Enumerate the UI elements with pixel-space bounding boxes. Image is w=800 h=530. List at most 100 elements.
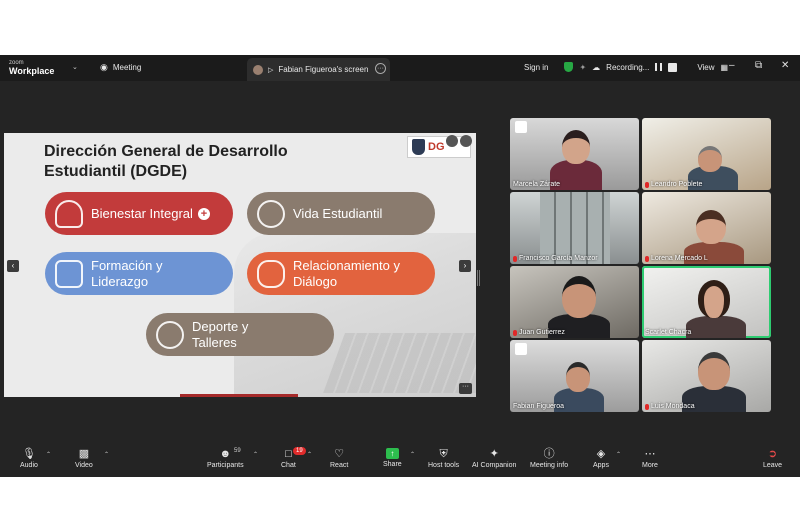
pause-recording-icon[interactable] [655,63,663,71]
view-button[interactable]: View [697,63,714,72]
chat-label: Chat [281,462,296,469]
leave-button[interactable]: ➲ Leave [763,448,782,469]
sign-in-link[interactable]: Sign in [524,63,548,72]
video-button[interactable]: ▩ Video [75,448,93,469]
prev-slide-icon[interactable]: ‹ [7,260,19,272]
meeting-info-label: Meeting info [530,462,569,469]
participant-face [566,362,590,392]
sparkle-icon[interactable]: ✦ [579,63,586,72]
speaker-icon: ▷ [268,66,274,74]
pill-label: Bienestar Integral [91,205,193,221]
grid-icon[interactable]: ▦ [721,63,729,72]
react-button[interactable]: ♡ React [330,448,348,469]
participant-name: Francisco García Manzor [513,255,598,262]
tab-meeting[interactable]: ◉ Meeting [100,62,141,73]
chevron-up-icon[interactable]: ⌃ [616,451,621,458]
participant-tile[interactable]: Juan Gutierrez [510,266,639,338]
avatar [253,64,263,75]
shared-screen[interactable]: Dirección General de Desarrollo Estudian… [4,133,476,397]
participant-name: Luis Mondaca [645,403,695,410]
medal-icon [156,320,184,349]
apps-icon: ◈ [596,448,606,460]
share-button[interactable]: ↑ Share [383,448,402,468]
more-options-icon[interactable]: ··· [459,383,472,394]
host-tools-label: Host tools [428,462,460,469]
tab-shared-screen-label: Fabian Figueroa's screen [278,65,369,74]
participant-tile[interactable]: Luis Mondaca [642,340,771,412]
chevron-up-icon[interactable]: ⌃ [46,451,51,458]
ai-companion-label: AI Companion [472,462,517,469]
participant-face [562,276,596,318]
pill-label: Relacionamiento y Diálogo [293,257,400,289]
plus-icon: + [197,207,210,220]
share-screen-icon: ↑ [385,448,399,459]
participant-tile[interactable]: Fabian Figueroa [510,340,639,412]
video-label: Video [75,462,93,469]
muted-mic-icon [645,181,649,188]
pill-formacion-liderazgo: Formación y Liderazgo [45,252,233,295]
participant-tile-active-speaker[interactable]: Scarlet Chacra [642,266,771,338]
participant-tile[interactable]: Francisco García Manzor [510,192,639,264]
security-shield-icon[interactable] [564,62,574,72]
muted-mic-icon [513,255,517,262]
meeting-info-button[interactable]: ⓘ Meeting info [530,448,568,469]
slide-grid-icon[interactable] [446,135,458,147]
outer-margin-bottom [0,477,800,530]
meeting-controls-toolbar: 🎙 Audio ⌃ ▩ Video ⌃ ☻ Participants 59 ⌃ … [0,440,800,477]
chevron-down-icon[interactable]: ⌄ [72,63,78,71]
participant-tile[interactable]: Marcela Zárate [510,118,639,190]
chevron-up-icon[interactable]: ⌃ [104,451,109,458]
chevron-up-icon[interactable]: ⌃ [253,451,258,458]
share-label: Share [383,461,402,468]
slide-camera-icon[interactable] [460,135,472,147]
outer-margin-top [0,0,800,55]
participant-name: Lorena Mercado L [645,255,708,262]
more-icon: ⋯ [644,448,656,460]
university-logo [515,121,527,133]
university-logo [515,343,527,355]
sparkle-icon: ✦ [489,448,499,460]
video-off-icon: ▩ [78,448,90,460]
cloud-icon: ☁ [592,62,601,72]
thumbs-up-icon [55,259,83,288]
muted-mic-icon [645,403,649,410]
muted-mic-icon [645,255,649,262]
chat-unread-badge: 19 [293,447,306,455]
more-button[interactable]: ⋯ More [642,448,658,469]
slide-title: Dirección General de Desarrollo Estudian… [44,143,288,180]
next-slide-icon[interactable]: › [459,260,471,272]
participants-icon: ☻ [219,448,232,460]
pill-deporte-talleres: Deporte y Talleres [146,313,334,356]
participant-name: Scarlet Chacra [645,329,692,336]
participant-tile[interactable]: Leandro Poblete [642,118,771,190]
info-icon: ⓘ [543,448,555,460]
stop-recording-icon[interactable] [668,62,678,72]
participant-face [698,146,722,172]
muted-mic-icon: 🎙 [21,448,36,460]
participant-name: Leandro Poblete [645,181,702,188]
handshake-icon [257,259,285,288]
ai-companion-button[interactable]: ✦ AI Companion [472,448,516,469]
pill-label: Deporte y Talleres [192,318,249,350]
apps-button[interactable]: ◈ Apps [593,448,609,469]
pill-label: Vida Estudiantil [293,205,383,221]
participant-tile[interactable]: Lorena Mercado L [642,192,771,264]
close-icon[interactable]: ✕ [781,60,789,71]
tab-shared-screen[interactable]: ▷ Fabian Figueroa's screen ··· [247,58,390,81]
pill-bienestar-integral: Bienestar Integral + [45,192,233,235]
chevron-up-icon[interactable]: ⌃ [307,451,312,458]
paw-icon: ◉ [100,62,108,72]
host-tools-button[interactable]: ⛨ Host tools [428,448,459,469]
pill-relacionamiento-dialogo: Relacionamiento y Diálogo [247,252,435,295]
more-icon[interactable]: ··· [375,63,386,74]
participant-body [686,316,746,338]
participant-face [562,130,590,164]
resize-handle[interactable] [477,270,480,286]
audio-button[interactable]: 🎙 Audio [20,448,38,469]
restore-icon[interactable]: ⧉ [755,60,762,71]
participants-count: 59 [234,448,241,454]
minimize-icon[interactable]: – [729,60,735,71]
pill-label: Formación y Liderazgo [91,257,163,289]
zoom-workplace-logo[interactable]: zoom Workplace [9,59,54,76]
chevron-up-icon[interactable]: ⌃ [410,451,415,458]
